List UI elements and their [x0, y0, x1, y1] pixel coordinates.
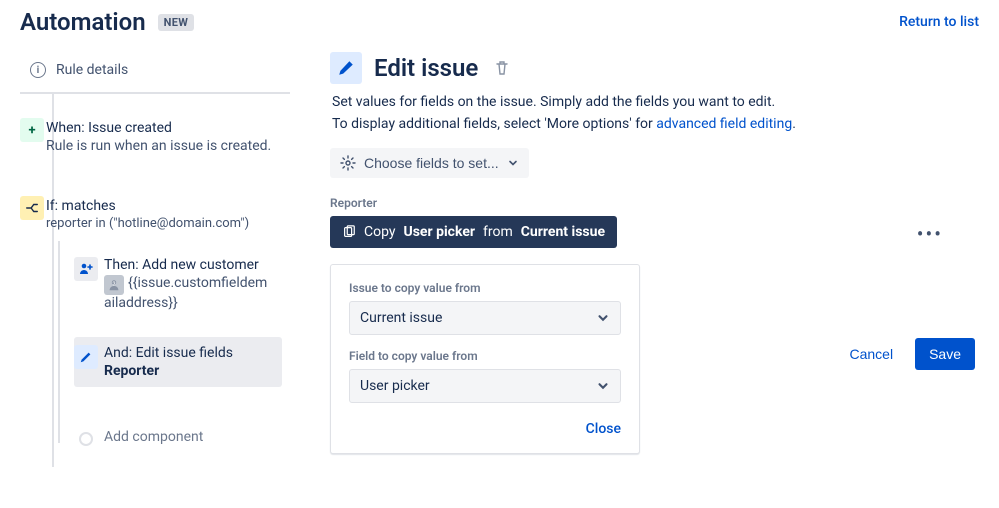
branch-icon [20, 196, 44, 220]
issue-source-value: Current issue [360, 310, 442, 326]
chevron-down-icon [596, 311, 610, 325]
field-source-value: User picker [360, 378, 430, 394]
pencil-icon [330, 52, 362, 84]
cancel-button[interactable]: Cancel [839, 338, 903, 370]
issue-source-label: Issue to copy value from [349, 281, 621, 295]
action-subtitle: ? {{issue.customfieldemailaddress}} [104, 275, 274, 311]
field-source-label: Field to copy value from [349, 349, 621, 363]
action-title: Then: Add new customer [104, 257, 274, 273]
person-add-icon [74, 257, 98, 281]
rule-details-item[interactable]: i Rule details [20, 56, 290, 94]
panel-title: Edit issue [374, 54, 478, 82]
chevron-down-icon [507, 157, 519, 169]
panel-description-1: Set values for fields on the issue. Simp… [330, 94, 979, 110]
inner-tree-line [58, 241, 60, 443]
plus-icon: + [20, 118, 44, 142]
new-badge: NEW [158, 14, 194, 31]
svg-text:?: ? [113, 281, 116, 288]
page-header: Automation NEW Return to list [0, 0, 999, 36]
edit-action-title: And: Edit issue fields [104, 345, 274, 361]
info-icon: i [30, 62, 46, 78]
chevron-down-icon [596, 379, 610, 393]
rule-sidebar: i Rule details + When: Issue created Rul… [0, 36, 300, 508]
choose-fields-label: Choose fields to set... [364, 155, 499, 171]
choose-fields-button[interactable]: Choose fields to set... [330, 148, 529, 178]
copy-value-chip[interactable]: Copy User picker from Current issue [330, 216, 617, 248]
pencil-icon [74, 345, 98, 369]
empty-circle-icon [74, 427, 98, 451]
trigger-node[interactable]: + When: Issue created Rule is run when a… [20, 112, 290, 168]
return-to-list-link[interactable]: Return to list [899, 14, 979, 30]
trigger-title: When: Issue created [46, 120, 282, 136]
trash-icon[interactable] [494, 60, 510, 76]
issue-source-select[interactable]: Current issue [349, 301, 621, 335]
condition-node[interactable]: If: matches reporter in ("hotline@domain… [20, 190, 290, 467]
close-popup-button[interactable]: Close [349, 417, 621, 441]
copy-icon [342, 225, 356, 239]
advanced-editing-link[interactable]: advanced field editing [656, 116, 792, 132]
add-component-label: Add component [104, 429, 203, 445]
copy-from-popup: Issue to copy value from Current issue F… [330, 264, 640, 454]
action-add-customer[interactable]: Then: Add new customer ? {{issue.customf… [74, 249, 282, 319]
add-component-item[interactable]: Add component [74, 415, 282, 453]
save-button[interactable]: Save [915, 338, 975, 370]
condition-title: If: matches [46, 198, 282, 214]
avatar-placeholder-icon: ? [104, 275, 124, 295]
page-title: Automation [20, 8, 146, 36]
edit-action-subtitle: Reporter [104, 363, 274, 379]
panel-description-2: To display additional fields, select 'Mo… [330, 116, 979, 132]
trigger-subtitle: Rule is run when an issue is created. [46, 138, 282, 154]
rule-details-label: Rule details [56, 62, 128, 78]
gear-icon [340, 155, 356, 171]
more-options-icon[interactable]: ••• [911, 216, 949, 252]
main-panel: Edit issue Set values for fields on the … [300, 36, 999, 508]
condition-subtitle: reporter in ("hotline@domain.com") [46, 216, 282, 231]
action-edit-issue[interactable]: And: Edit issue fields Reporter [74, 337, 282, 387]
field-source-select[interactable]: User picker [349, 369, 621, 403]
reporter-field-label: Reporter [330, 196, 979, 210]
